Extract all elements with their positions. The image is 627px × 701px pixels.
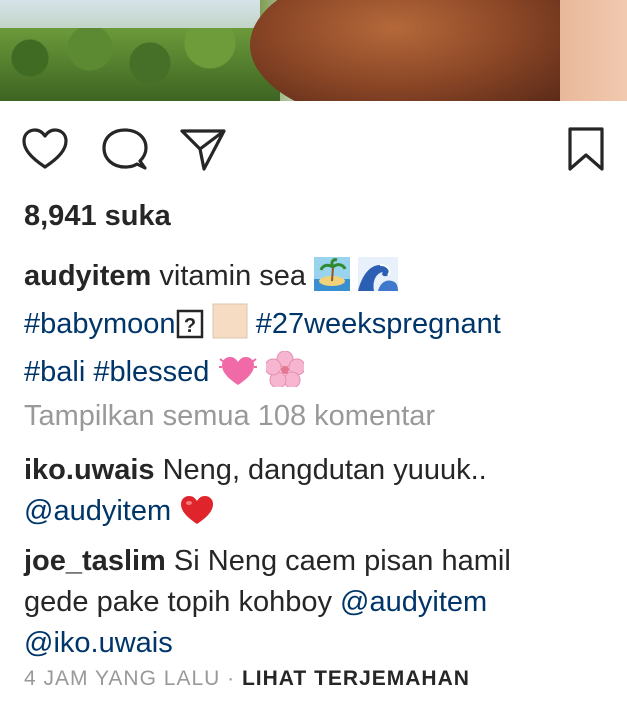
- beating-heart-emoji-icon: [218, 353, 258, 399]
- meta-separator: ·: [227, 667, 236, 690]
- mention-iko-uwais[interactable]: @iko.uwais: [24, 627, 173, 659]
- share-icon[interactable]: [178, 125, 228, 175]
- comment-line-3: @iko.uwais: [24, 623, 614, 664]
- comment-joe: joe_taslim Si Neng caem pisan hamil gede…: [24, 541, 614, 664]
- svg-text:?: ?: [183, 315, 195, 337]
- hashtag-27weekspregnant[interactable]: #27weekspregnant: [256, 308, 501, 340]
- comment-text: Si Neng caem pisan hamil: [173, 545, 511, 577]
- red-heart-emoji-icon: [179, 494, 215, 538]
- hashtag-babymoon[interactable]: #babymoon: [24, 308, 176, 340]
- mention-audyitem[interactable]: @audyitem: [340, 586, 487, 618]
- post-photo[interactable]: [0, 0, 627, 101]
- comment-iko: iko.uwais Neng, dangdutan yuuuk.. @audyi…: [24, 450, 614, 538]
- comment-text: gede pake topih kohboy: [24, 586, 332, 618]
- wave-emoji-icon: [358, 257, 399, 303]
- photo-skin: [560, 0, 627, 101]
- comment-line-2: gede pake topih kohboy @audyitem: [24, 582, 614, 623]
- caption-line-3: #bali #blessed: [24, 350, 614, 399]
- comment-line-1: iko.uwais Neng, dangdutan yuuuk..: [24, 450, 614, 491]
- hashtag-bali[interactable]: #bali: [24, 356, 85, 388]
- post-meta: 4 JAM YANG LALU · LIHAT TERJEMAHAN: [24, 667, 470, 691]
- skin-tone-swatch-icon: [212, 303, 248, 351]
- caption-line-1: audyitem vitamin sea: [24, 256, 614, 303]
- action-bar: [0, 125, 627, 177]
- photo-trees: [0, 28, 280, 101]
- view-all-comments-link[interactable]: Tampilkan semua 108 komentar: [24, 396, 614, 437]
- caption-text: vitamin sea: [159, 260, 307, 292]
- island-emoji-icon: [314, 257, 351, 303]
- caption: audyitem vitamin sea #babymoon? #27weeks…: [24, 256, 614, 399]
- caption-line-2: #babymoon? #27weekspregnant: [24, 303, 614, 351]
- cherry-blossom-emoji-icon: [264, 350, 306, 399]
- see-translation-button[interactable]: LIHAT TERJEMAHAN: [242, 667, 470, 690]
- hashtag-blessed[interactable]: #blessed: [93, 356, 209, 388]
- photo-hair: [250, 0, 610, 101]
- unknown-glyph-icon: ?: [176, 309, 204, 351]
- mention-audyitem[interactable]: @audyitem: [24, 495, 171, 527]
- caption-username[interactable]: audyitem: [24, 260, 151, 292]
- heart-icon[interactable]: [20, 125, 70, 175]
- comment-icon[interactable]: [100, 125, 150, 175]
- timestamp: 4 JAM YANG LALU: [24, 667, 221, 690]
- comment-line-2: @audyitem: [24, 491, 614, 538]
- comment-username[interactable]: iko.uwais: [24, 454, 155, 486]
- comment-username[interactable]: joe_taslim: [24, 545, 166, 577]
- comment-text: Neng, dangdutan yuuuk..: [162, 454, 487, 486]
- likes-count[interactable]: 8,941 suka: [24, 196, 614, 237]
- bookmark-icon[interactable]: [566, 125, 616, 175]
- comment-line-1: joe_taslim Si Neng caem pisan hamil: [24, 541, 614, 582]
